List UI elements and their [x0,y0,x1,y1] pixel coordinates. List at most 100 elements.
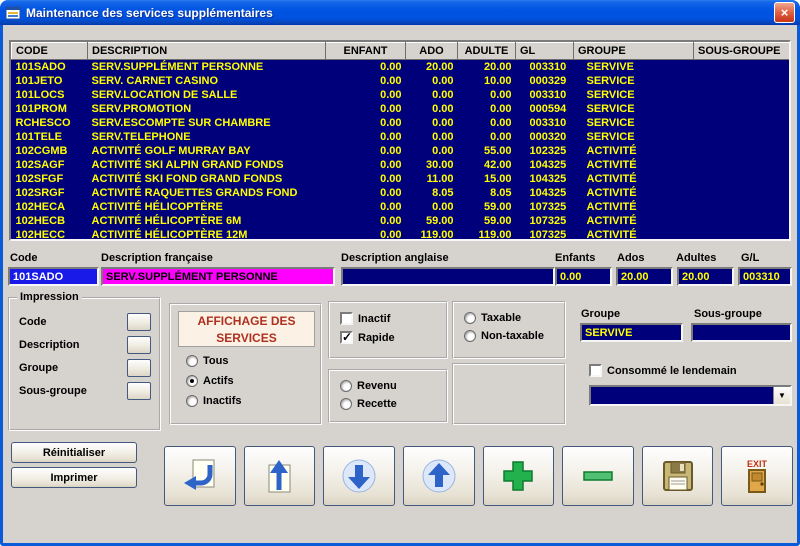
groupe-field[interactable]: SERVIVE [580,323,683,342]
sous-groupe-field[interactable] [691,323,792,342]
close-button[interactable]: × [774,2,795,23]
cell-ado[interactable]: 59.00 [406,214,458,228]
radio-tous[interactable]: Tous [186,355,242,367]
lendemain-combobox[interactable]: ▼ [589,385,792,406]
cell-code[interactable]: 101SADO [12,60,88,75]
radio-taxable[interactable]: Taxable [464,312,544,324]
table-row[interactable]: 101TELESERV.TELEPHONE0.000.000.00000320S… [12,130,792,144]
cell-adulte[interactable]: 10.00 [458,74,516,88]
cell-code[interactable]: 101PROM [12,102,88,116]
cell-ado[interactable]: 0.00 [406,144,458,158]
radio-non-taxable[interactable]: Non-taxable [464,330,544,342]
cell-description[interactable]: ACTIVITÉ SKI FOND GRAND FONDS [88,172,326,186]
cell-sous_groupe[interactable] [694,102,792,116]
cell-enfant[interactable]: 0.00 [326,158,406,172]
cell-description[interactable]: SERV.ESCOMPTE SUR CHAMBRE [88,116,326,130]
cell-code[interactable]: 101JETO [12,74,88,88]
cell-code[interactable]: 102SFGF [12,172,88,186]
cell-code[interactable]: 101LOCS [12,88,88,102]
cell-sous_groupe[interactable] [694,214,792,228]
cell-sous_groupe[interactable] [694,130,792,144]
checkbox-rapide[interactable]: Rapide [340,331,395,344]
cell-gl[interactable]: 000329 [516,74,574,88]
radio-recette[interactable]: Recette [340,398,397,410]
cell-sous_groupe[interactable] [694,228,792,241]
table-row[interactable]: 102HECBACTIVITÉ HÉLICOPTÈRE 6M0.0059.005… [12,214,792,228]
cell-adulte[interactable]: 42.00 [458,158,516,172]
checkbox-consomme-le-lendemain[interactable]: Consommé le lendemain [589,364,737,377]
enfants-field[interactable]: 0.00 [555,267,612,286]
code-field[interactable]: 101SADO [8,267,99,286]
cell-code[interactable]: 102HECB [12,214,88,228]
cell-sous_groupe[interactable] [694,144,792,158]
page-first-button[interactable] [164,446,236,506]
cell-adulte[interactable]: 0.00 [458,102,516,116]
cell-sous_groupe[interactable] [694,158,792,172]
cell-code[interactable]: 102SRGF [12,186,88,200]
cell-code[interactable]: 101TELE [12,130,88,144]
cell-code[interactable]: 102HECC [12,228,88,241]
cell-gl[interactable]: 107325 [516,228,574,241]
table-row[interactable]: 101SADOSERV.SUPPLÉMENT PERSONNE0.0020.00… [12,60,792,75]
cell-groupe[interactable]: SERVICE [574,130,694,144]
reset-button[interactable]: Réinitialiser [11,442,137,463]
cell-gl[interactable]: 104325 [516,172,574,186]
checkbox-inactif[interactable]: Inactif [340,312,395,325]
table-row[interactable]: 102SRGFACTIVITÉ RAQUETTES GRANDS FOND0.0… [12,186,792,200]
cell-description[interactable]: SERV.LOCATION DE SALLE [88,88,326,102]
cell-groupe[interactable]: ACTIVITÉ [574,186,694,200]
cell-enfant[interactable]: 0.00 [326,144,406,158]
cell-ado[interactable]: 11.00 [406,172,458,186]
cell-adulte[interactable]: 15.00 [458,172,516,186]
table-row[interactable]: 102HECCACTIVITÉ HÉLICOPTÈRE 12M0.00119.0… [12,228,792,241]
table-row[interactable]: 102SAGFACTIVITÉ SKI ALPIN GRAND FONDS0.0… [12,158,792,172]
radio-actifs[interactable]: Actifs [186,375,242,387]
cell-description[interactable]: ACTIVITÉ SKI ALPIN GRAND FONDS [88,158,326,172]
cell-ado[interactable]: 20.00 [406,60,458,75]
cell-sous_groupe[interactable] [694,200,792,214]
cell-groupe[interactable]: ACTIVITÉ [574,172,694,186]
cell-enfant[interactable]: 0.00 [326,200,406,214]
cell-groupe[interactable]: SERVIVE [574,60,694,75]
cell-adulte[interactable]: 0.00 [458,116,516,130]
cell-ado[interactable]: 0.00 [406,88,458,102]
cell-enfant[interactable]: 0.00 [326,116,406,130]
cell-gl[interactable]: 000320 [516,130,574,144]
sort-button-code[interactable] [127,313,151,331]
table-row[interactable]: 102CGMBACTIVITÉ GOLF MURRAY BAY0.000.005… [12,144,792,158]
cell-enfant[interactable]: 0.00 [326,88,406,102]
cell-description[interactable]: ACTIVITÉ RAQUETTES GRANDS FOND [88,186,326,200]
combobox-dropdown-button[interactable]: ▼ [773,387,790,404]
cell-ado[interactable]: 0.00 [406,74,458,88]
cell-groupe[interactable]: ACTIVITÉ [574,228,694,241]
cell-code[interactable]: RCHESCO [12,116,88,130]
sort-button-sous-groupe[interactable] [127,382,151,400]
cell-enfant[interactable]: 0.00 [326,74,406,88]
cell-description[interactable]: SERV. CARNET CASINO [88,74,326,88]
add-button[interactable] [483,446,555,506]
cell-enfant[interactable]: 0.00 [326,60,406,75]
cell-sous_groupe[interactable] [694,172,792,186]
desc-en-field[interactable] [341,267,555,286]
cell-enfant[interactable]: 0.00 [326,130,406,144]
cell-description[interactable]: ACTIVITÉ GOLF MURRAY BAY [88,144,326,158]
cell-gl[interactable]: 000594 [516,102,574,116]
cell-sous_groupe[interactable] [694,116,792,130]
cell-sous_groupe[interactable] [694,60,792,75]
ados-field[interactable]: 20.00 [616,267,673,286]
cell-gl[interactable]: 107325 [516,214,574,228]
cell-gl[interactable]: 102325 [516,144,574,158]
radio-revenu[interactable]: Revenu [340,380,397,392]
table-row[interactable]: 101LOCSSERV.LOCATION DE SALLE0.000.000.0… [12,88,792,102]
table-row[interactable]: 102HECAACTIVITÉ HÉLICOPTÈRE0.000.0059.00… [12,200,792,214]
cell-description[interactable]: SERV.PROMOTION [88,102,326,116]
cell-groupe[interactable]: ACTIVITÉ [574,158,694,172]
cell-adulte[interactable]: 8.05 [458,186,516,200]
desc-fr-field[interactable]: SERV.SUPPLÉMENT PERSONNE [101,267,335,286]
cell-groupe[interactable]: SERVICE [574,88,694,102]
cell-enfant[interactable]: 0.00 [326,228,406,241]
exit-button[interactable]: EXIT [721,446,793,506]
cell-ado[interactable]: 0.00 [406,130,458,144]
cell-ado[interactable]: 0.00 [406,200,458,214]
cell-gl[interactable]: 104325 [516,186,574,200]
